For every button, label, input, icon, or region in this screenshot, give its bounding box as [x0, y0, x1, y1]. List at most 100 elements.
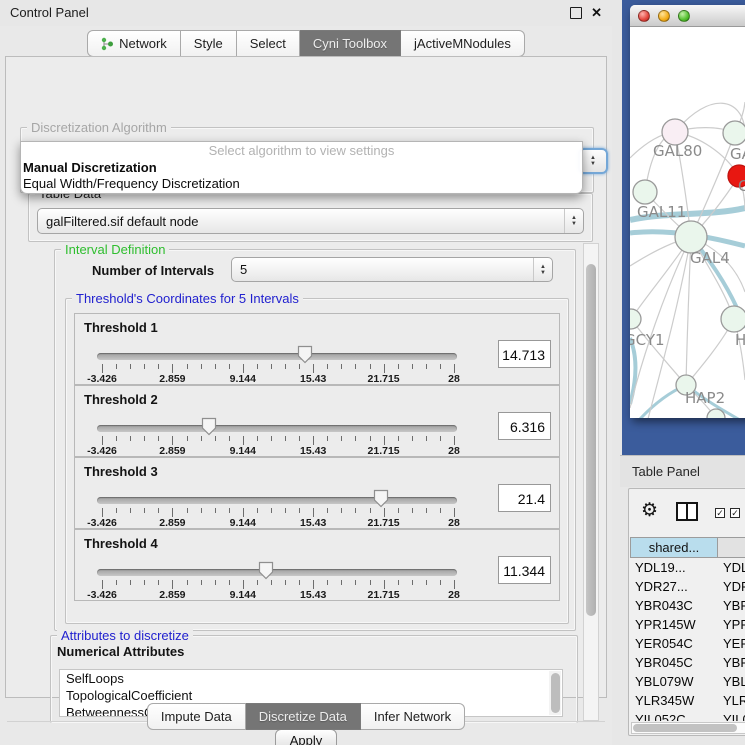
tab-infer-network[interactable]: Infer Network — [361, 703, 465, 730]
threshold-slider-thumb[interactable] — [258, 561, 274, 580]
tab-select[interactable]: Select — [237, 30, 300, 57]
table-cell[interactable]: YDL1 — [718, 558, 745, 577]
threshold-slider-thumb[interactable] — [297, 345, 313, 364]
numerical-attributes-label: Numerical Attributes — [57, 644, 184, 659]
table-row[interactable]: YER054CYER0 — [630, 634, 745, 653]
table-cell[interactable]: YBR043C — [630, 596, 718, 615]
checkbox-icon[interactable]: ✓ — [715, 508, 725, 518]
gear-icon[interactable]: ⚙ — [641, 501, 658, 521]
table-data-combo[interactable]: galFiltered.sif default node ▲▼ — [37, 208, 584, 234]
tab-network[interactable]: Network — [87, 30, 181, 57]
table-hscrollbar[interactable] — [631, 722, 745, 734]
network-node[interactable] — [633, 180, 657, 204]
zoom-traffic-light-icon[interactable] — [678, 10, 690, 22]
number-of-intervals-value: 5 — [232, 262, 533, 277]
table-row[interactable]: YBR045CYBR0 — [630, 653, 745, 672]
tab-discretize-data[interactable]: Discretize Data — [246, 703, 361, 730]
interval-definition-group: Interval Definition Number of Intervals … — [54, 249, 576, 631]
threshold-panel: Threshold 2-3.4262.8599.14415.4321.71528… — [74, 385, 560, 457]
attribute-list-item[interactable]: TopologicalCoefficient — [60, 687, 562, 704]
close-traffic-light-icon[interactable] — [638, 10, 650, 22]
checkbox-icon[interactable]: ✓ — [730, 508, 740, 518]
slider-tick-labels: -3.4262.8599.14415.4321.71528 — [75, 589, 561, 601]
tab-label: Select — [250, 31, 286, 56]
threshold-value-field[interactable]: 21.4 — [498, 484, 551, 512]
table-cell[interactable]: YIL052C — [630, 710, 718, 721]
table-row[interactable]: YDR27...YDR2 — [630, 577, 745, 596]
network-canvas[interactable]: GAL80GACGAL11GAL4GCY1HHAP2 — [630, 28, 745, 418]
panel-window-controls: ✕ — [570, 0, 602, 26]
threshold-slider-track[interactable] — [97, 425, 457, 432]
table-row[interactable]: YBL079WYBL0 — [630, 672, 745, 691]
network-node-label: GAL11 — [637, 203, 686, 221]
network-window-titlebar[interactable] — [630, 5, 745, 27]
table-cell[interactable]: YER0 — [718, 634, 745, 653]
threshold-panel: Threshold 3-3.4262.8599.14415.4321.71528… — [74, 457, 560, 529]
scrollbar-thumb[interactable] — [586, 264, 596, 616]
table-cell[interactable]: YDR27... — [630, 577, 718, 596]
columns-icon[interactable] — [676, 502, 698, 521]
algorithm-options: Manual DiscretizationEqual Width/Frequen… — [21, 160, 582, 192]
table-cell[interactable]: YBR045C — [630, 653, 718, 672]
algorithm-option[interactable]: Manual Discretization — [21, 160, 582, 176]
table-cell[interactable]: YLR3 — [718, 691, 745, 710]
table-row[interactable]: YDL19...YDL1 — [630, 558, 745, 577]
algorithm-option[interactable]: Equal Width/Frequency Discretization — [21, 176, 582, 192]
table-row[interactable]: YBR043CYBR0 — [630, 596, 745, 615]
network-desktop: GAL80GACGAL11GAL4GCY1HHAP2 — [622, 0, 745, 455]
table-cell[interactable]: YDL19... — [630, 558, 718, 577]
network-node[interactable] — [630, 309, 641, 329]
network-node[interactable] — [721, 306, 745, 332]
threshold-slider-track[interactable] — [97, 353, 457, 360]
threshold-value-field[interactable]: 14.713 — [498, 340, 551, 368]
settings-scrollbar[interactable] — [583, 243, 599, 721]
slider-tick-labels: -3.4262.8599.14415.4321.71528 — [75, 445, 561, 457]
apply-button[interactable]: Apply — [275, 729, 337, 745]
number-of-intervals-combo[interactable]: 5 ▲▼ — [231, 257, 553, 282]
table-cell[interactable]: YLR345W — [630, 691, 718, 710]
table-row[interactable]: YPR145WYPR1 — [630, 615, 745, 634]
number-of-intervals-label: Number of Intervals — [92, 263, 214, 278]
table-row[interactable]: YIL052CYIL0 — [630, 710, 745, 721]
network-window: GAL80GACGAL11GAL4GCY1HHAP2 — [630, 5, 745, 418]
table-cell[interactable]: YBR0 — [718, 596, 745, 615]
threshold-slider-track[interactable] — [97, 569, 457, 576]
network-node-label: GCY1 — [630, 331, 665, 349]
threshold-slider-track[interactable] — [97, 497, 457, 504]
table-row[interactable]: YLR345WYLR3 — [630, 691, 745, 710]
network-icon — [101, 37, 114, 51]
tab-jactivemnodules[interactable]: jActiveMNodules — [401, 30, 525, 57]
float-window-icon[interactable] — [570, 7, 582, 19]
network-node-label: GA — [730, 145, 745, 163]
table-cell[interactable]: YBR0 — [718, 653, 745, 672]
threshold-slider-thumb[interactable] — [201, 417, 217, 436]
discretization-algorithm-label: Discretization Algorithm — [27, 120, 171, 135]
tab-cyni-toolbox[interactable]: Cyni Toolbox — [300, 30, 401, 57]
tab-label: Infer Network — [374, 704, 451, 729]
attribute-list-item[interactable]: SelfLoops — [60, 670, 562, 687]
tab-style[interactable]: Style — [181, 30, 237, 57]
table-cell[interactable]: YIL0 — [718, 710, 745, 721]
table-cell[interactable]: YER054C — [630, 634, 718, 653]
table-cell[interactable]: YBL0 — [718, 672, 745, 691]
threshold-value-field[interactable]: 6.316 — [498, 412, 551, 440]
table-cell[interactable]: YDR2 — [718, 577, 745, 596]
scrollbar-thumb[interactable] — [633, 724, 737, 732]
table-cell[interactable]: YBL079W — [630, 672, 718, 691]
close-panel-icon[interactable]: ✕ — [591, 8, 602, 18]
column-header[interactable]: na — [718, 537, 745, 558]
network-node-label: HAP2 — [685, 389, 725, 407]
minimize-traffic-light-icon[interactable] — [658, 10, 670, 22]
tab-label: jActiveMNodules — [414, 31, 511, 56]
column-header[interactable]: shared... — [630, 537, 718, 558]
table-cell[interactable]: YPR145W — [630, 615, 718, 634]
tab-impute-data[interactable]: Impute Data — [147, 703, 246, 730]
combo-spinner-icon: ▲▼ — [533, 258, 552, 281]
threshold-value-field[interactable]: 11.344 — [498, 556, 551, 584]
network-node[interactable] — [723, 121, 745, 145]
network-node-label: GAL80 — [653, 142, 702, 160]
cyni-toolbox-content: Discretization Algorithm ▲▼ Select algor… — [5, 56, 607, 698]
table-cell[interactable]: YPR1 — [718, 615, 745, 634]
tab-label: Network — [119, 31, 167, 56]
threshold-slider-thumb[interactable] — [373, 489, 389, 508]
